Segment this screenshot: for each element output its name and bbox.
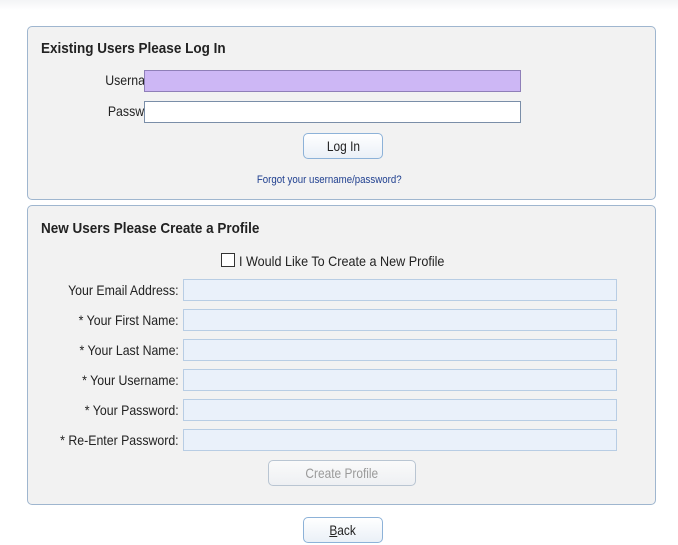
create-profile-button[interactable]: Create Profile bbox=[268, 460, 416, 486]
first-name-input[interactable] bbox=[183, 309, 617, 331]
login-panel: Existing Users Please Log In Username: P… bbox=[27, 26, 656, 200]
new-username-label: * Your Username: bbox=[82, 372, 179, 388]
back-button[interactable]: Back bbox=[303, 517, 383, 543]
create-profile-title: New Users Please Create a Profile bbox=[41, 220, 260, 237]
new-password-input[interactable] bbox=[183, 399, 617, 421]
reenter-password-input[interactable] bbox=[183, 429, 617, 451]
new-username-input[interactable] bbox=[183, 369, 617, 391]
login-panel-title: Existing Users Please Log In bbox=[41, 40, 226, 57]
create-profile-button-label: Create Profile bbox=[305, 465, 379, 481]
last-name-input[interactable] bbox=[183, 339, 617, 361]
first-name-label: * Your First Name: bbox=[79, 312, 179, 328]
create-profile-panel: New Users Please Create a Profile I Woul… bbox=[27, 205, 656, 505]
login-page: Existing Users Please Log In Username: P… bbox=[0, 0, 678, 545]
password-input[interactable] bbox=[144, 101, 521, 123]
create-profile-checkbox[interactable] bbox=[221, 253, 235, 267]
new-password-label: * Your Password: bbox=[85, 402, 179, 418]
top-band bbox=[0, 0, 678, 10]
back-label-rest: ack bbox=[337, 522, 357, 538]
reenter-password-label: * Re-Enter Password: bbox=[60, 432, 179, 448]
create-profile-checkbox-label: I Would Like To Create a New Profile bbox=[239, 253, 445, 269]
log-in-button[interactable]: Log In bbox=[303, 133, 383, 159]
username-input[interactable] bbox=[144, 70, 521, 92]
last-name-label: * Your Last Name: bbox=[79, 342, 179, 358]
log-in-button-label: Log In bbox=[326, 138, 360, 154]
forgot-credentials-link[interactable]: Forgot your username/password? bbox=[257, 174, 402, 186]
email-input[interactable] bbox=[183, 279, 617, 301]
email-label: Your Email Address: bbox=[68, 282, 179, 298]
back-button-label: Back bbox=[330, 518, 356, 542]
